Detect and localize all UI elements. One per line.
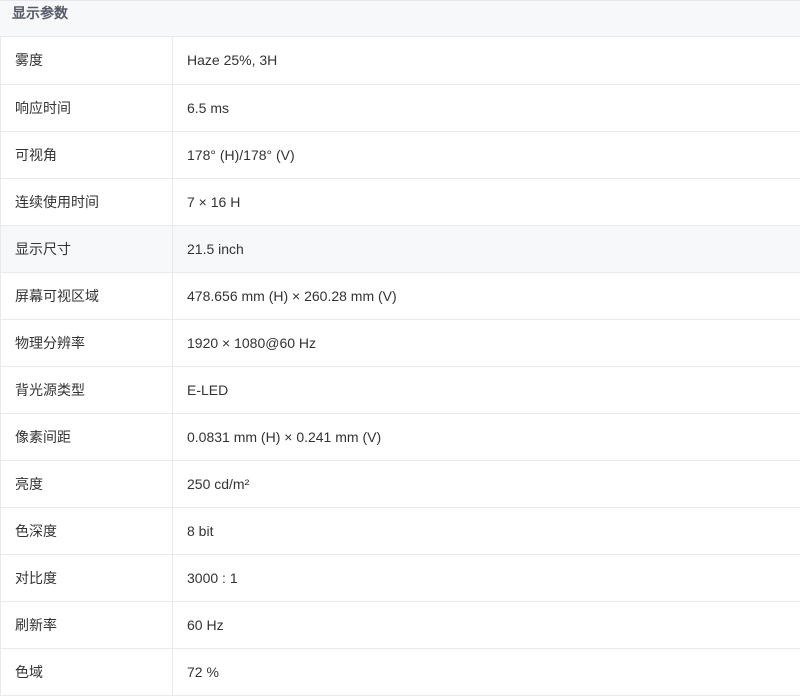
spec-value: 7 × 16 H: [172, 178, 800, 226]
table-row: 雾度 Haze 25%, 3H: [0, 37, 800, 85]
spec-label: 对比度: [0, 554, 173, 602]
table-row: 色域 72 %: [0, 648, 800, 696]
spec-label: 雾度: [0, 37, 173, 85]
table-row: 显示尺寸 21.5 inch: [0, 225, 800, 273]
spec-value: 178° (H)/178° (V): [172, 131, 800, 179]
spec-label: 色域: [0, 648, 173, 696]
table-row: 可视角 178° (H)/178° (V): [0, 131, 800, 179]
spec-value: 21.5 inch: [172, 225, 800, 273]
display-spec-panel: 显示参数 雾度 Haze 25%, 3H 响应时间 6.5 ms 可视角 178…: [0, 0, 800, 696]
table-row: 屏幕可视区域 478.656 mm (H) × 260.28 mm (V): [0, 272, 800, 320]
spec-value: 1920 × 1080@60 Hz: [172, 319, 800, 367]
section-title: 显示参数: [0, 0, 800, 37]
table-row: 刷新率 60 Hz: [0, 601, 800, 649]
spec-label: 屏幕可视区域: [0, 272, 173, 320]
spec-label: 响应时间: [0, 84, 173, 132]
spec-value: 6.5 ms: [172, 84, 800, 132]
spec-value: 0.0831 mm (H) × 0.241 mm (V): [172, 413, 800, 461]
table-row: 物理分辨率 1920 × 1080@60 Hz: [0, 319, 800, 367]
table-row: 响应时间 6.5 ms: [0, 84, 800, 132]
spec-label: 色深度: [0, 507, 173, 555]
spec-value: 250 cd/m²: [172, 460, 800, 508]
spec-label: 连续使用时间: [0, 178, 173, 226]
table-row: 连续使用时间 7 × 16 H: [0, 178, 800, 226]
spec-label: 显示尺寸: [0, 225, 173, 273]
table-row: 色深度 8 bit: [0, 507, 800, 555]
spec-label: 像素间距: [0, 413, 173, 461]
table-row: 像素间距 0.0831 mm (H) × 0.241 mm (V): [0, 413, 800, 461]
spec-value: 8 bit: [172, 507, 800, 555]
spec-label: 物理分辨率: [0, 319, 173, 367]
table-row: 对比度 3000 : 1: [0, 554, 800, 602]
spec-value: 72 %: [172, 648, 800, 696]
spec-label: 背光源类型: [0, 366, 173, 414]
spec-table: 雾度 Haze 25%, 3H 响应时间 6.5 ms 可视角 178° (H)…: [0, 37, 800, 696]
spec-label: 亮度: [0, 460, 173, 508]
spec-value: 478.656 mm (H) × 260.28 mm (V): [172, 272, 800, 320]
spec-value: 3000 : 1: [172, 554, 800, 602]
spec-label: 可视角: [0, 131, 173, 179]
table-row: 背光源类型 E-LED: [0, 366, 800, 414]
spec-value: 60 Hz: [172, 601, 800, 649]
spec-label: 刷新率: [0, 601, 173, 649]
table-row: 亮度 250 cd/m²: [0, 460, 800, 508]
spec-value: Haze 25%, 3H: [172, 37, 800, 85]
spec-value: E-LED: [172, 366, 800, 414]
